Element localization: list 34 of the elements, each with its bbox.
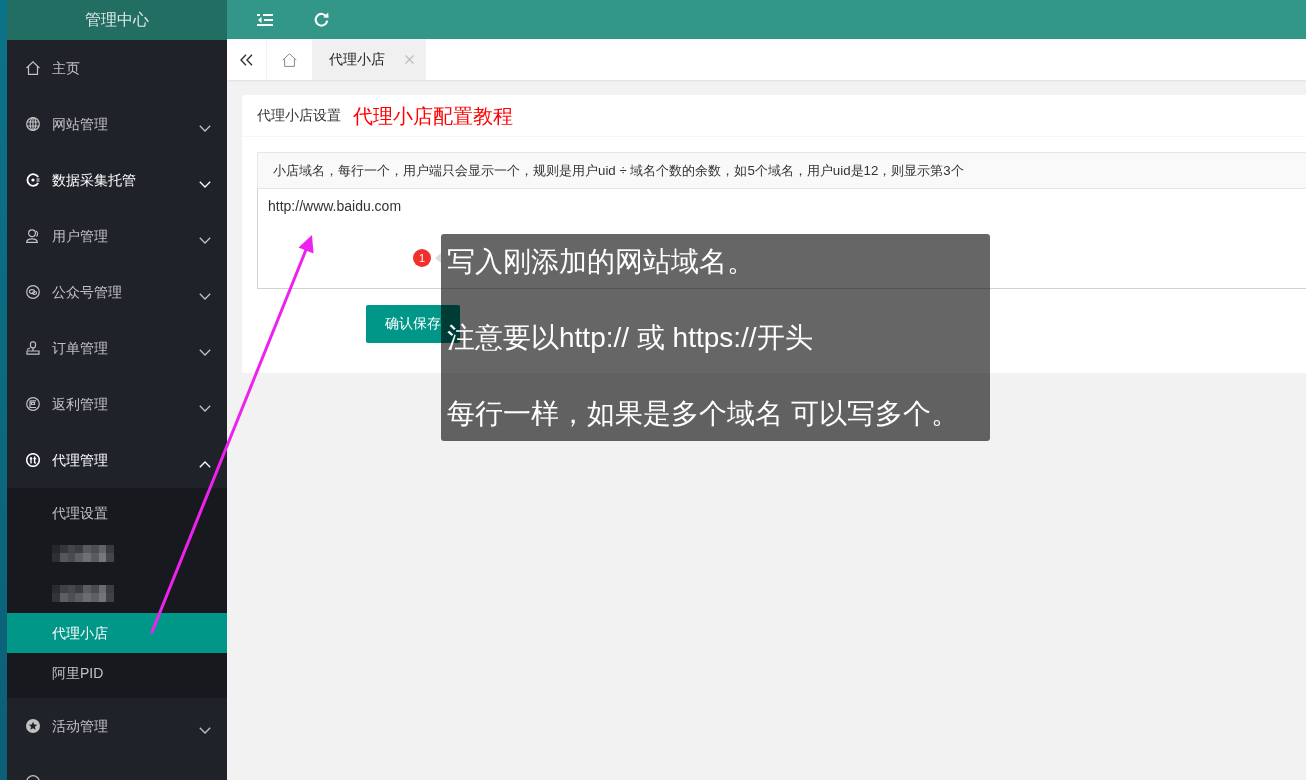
sidebar-item[interactable]: 公众号管理 (7, 264, 227, 320)
card-title: 代理小店设置 (257, 106, 341, 125)
home-icon (26, 61, 40, 75)
star-badge-icon (26, 719, 40, 733)
page-tab[interactable]: 代理小店 (313, 39, 426, 80)
stamp-icon (26, 341, 40, 355)
home-icon (282, 52, 297, 67)
circular-arrow-icon (26, 173, 40, 187)
globe-icon (26, 117, 40, 131)
tutorial-link[interactable]: 代理小店配置教程 (353, 100, 513, 131)
sidebar-item[interactable]: 订单管理 (7, 320, 227, 376)
sidebar-item[interactable]: 网站管理 (7, 96, 227, 152)
user-icon (26, 229, 40, 243)
circled-glyph-icon (26, 397, 40, 411)
refresh-icon[interactable] (314, 12, 329, 27)
sidebar-item[interactable]: 主页 (7, 40, 227, 96)
sidebar-item[interactable]: 活动管理 (7, 698, 227, 754)
pixelated-redaction-drawing (52, 544, 114, 562)
tooltip-text: 写入刚添加的网站域名。 (447, 245, 755, 279)
indent-icon[interactable] (257, 13, 273, 26)
sidebar-item[interactable]: 代理管理 (7, 432, 227, 488)
circled-glyph-icon (26, 453, 40, 467)
pixelated-redaction-drawing (52, 584, 114, 602)
sidebar-item[interactable]: 返利管理 (7, 376, 227, 432)
chat-circle-icon (26, 285, 40, 299)
app-title: 管理中心 (85, 10, 149, 30)
submenu-item[interactable]: 阿里PID (7, 653, 227, 693)
submenu-item[interactable]: 代理设置 (7, 493, 227, 533)
tooltip-text: 每行一样，如果是多个域名 可以写多个。 (447, 397, 959, 431)
sidebar-item[interactable]: 数据采集托管 (7, 152, 227, 208)
double-chevron-left-icon[interactable] (240, 53, 253, 66)
sidebar-item[interactable]: 用户管理 (7, 208, 227, 264)
notice-text: 小店域名，每行一个，用户端只会显示一个，规则是用户uid ÷ 域名个数的余数，如5个域名，用户uid是12，则显示第3个 (273, 161, 964, 180)
submenu-item[interactable]: 代理小店 (7, 613, 227, 653)
